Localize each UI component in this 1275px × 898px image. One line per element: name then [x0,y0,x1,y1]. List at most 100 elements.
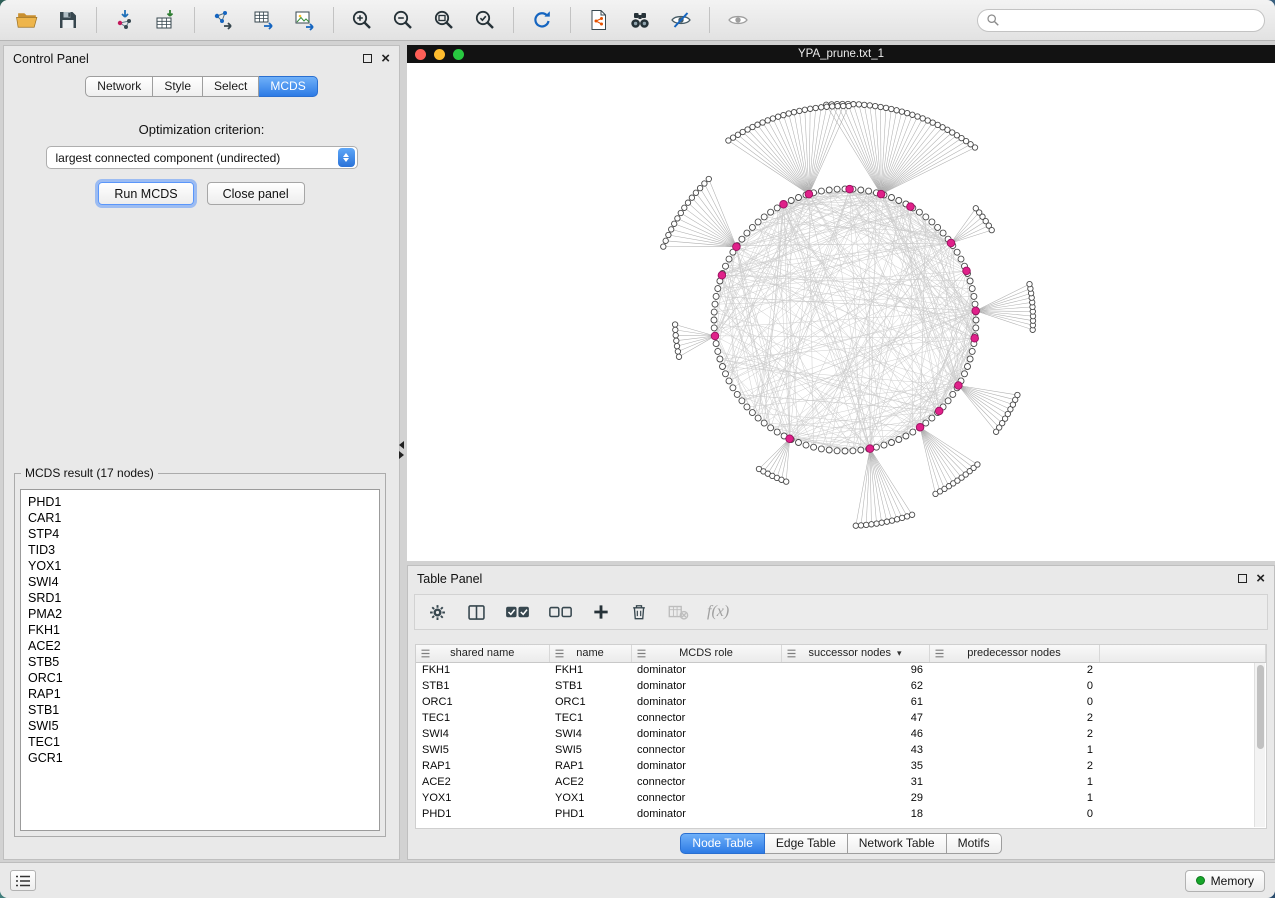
table-row[interactable]: YOX1YOX1connector291 [416,790,1266,806]
mcds-result-item[interactable]: CAR1 [23,510,377,526]
column-type-icon [555,649,564,661]
export-table-button[interactable] [247,4,281,36]
mcds-result-item[interactable]: SWI4 [23,574,377,590]
import-table-button[interactable] [149,4,183,36]
close-panel-button[interactable]: Close panel [207,182,305,205]
column-header-name[interactable]: name [549,645,631,662]
mcds-result-item[interactable]: STP4 [23,526,377,542]
mcds-result-item[interactable]: STB5 [23,654,377,670]
tab-node-table[interactable]: Node Table [680,833,765,854]
toolbar-separator [570,7,571,33]
save-disk-icon [56,8,80,32]
delete-row-button[interactable] [629,602,649,622]
tab-network[interactable]: Network [85,76,153,97]
scrollbar-thumb[interactable] [1257,665,1264,749]
mcds-result-item[interactable]: PMA2 [23,606,377,622]
preview-button[interactable] [721,4,755,36]
mcds-result-item[interactable]: SWI5 [23,718,377,734]
search-input[interactable] [1005,13,1256,27]
column-header-successor-nodes[interactable]: successor nodes▾ [781,645,929,662]
memory-button[interactable]: Memory [1185,870,1265,892]
add-row-button[interactable] [591,602,611,622]
open-session-button[interactable] [10,4,44,36]
deselect-all-rows-button[interactable] [548,603,573,622]
toggle-graphics-details-button[interactable] [664,4,698,36]
mcds-result-list[interactable]: PHD1CAR1STP4TID3YOX1SWI4SRD1PMA2FKH1ACE2… [20,489,380,831]
close-panel-icon[interactable]: × [1256,573,1265,585]
table-row[interactable]: RAP1RAP1dominator352 [416,758,1266,774]
table-row[interactable]: PHD1PHD1dominator180 [416,806,1266,822]
save-session-button[interactable] [51,4,85,36]
export-network-button[interactable] [206,4,240,36]
table-panel-header: Table Panel × [408,566,1274,591]
network-title: YPA_prune.txt_1 [407,48,1275,60]
close-panel-icon[interactable]: × [381,53,390,65]
zoom-out-icon [391,8,415,32]
control-panel: Control Panel × NetworkStyleSelectMCDS O… [3,45,400,860]
mcds-result-item[interactable]: TID3 [23,542,377,558]
mcds-result-title: MCDS result (17 nodes) [21,466,158,480]
toolbar-separator [709,7,710,33]
mcds-result-item[interactable]: RAP1 [23,686,377,702]
plus-icon [591,602,611,622]
binoculars-icon [628,8,652,32]
search-network-button[interactable] [623,4,657,36]
table-row[interactable]: SWI5SWI5connector431 [416,742,1266,758]
export-image-button[interactable] [288,4,322,36]
column-header-predecessor-nodes[interactable]: predecessor nodes [929,645,1099,662]
mcds-result-item[interactable]: ORC1 [23,670,377,686]
table-row[interactable]: STB1STB1dominator620 [416,678,1266,694]
task-history-button[interactable] [10,870,36,891]
table-toolbar: f(x) [414,594,1268,630]
share-document-button[interactable] [582,4,616,36]
zoom-fit-button[interactable] [427,4,461,36]
column-header-mcds-role[interactable]: MCDS role [631,645,781,662]
table-row[interactable]: SWI4SWI4dominator462 [416,726,1266,742]
float-panel-icon[interactable] [1238,574,1247,583]
network-canvas[interactable] [407,63,1275,561]
zoom-selected-button[interactable] [468,4,502,36]
zoom-selected-icon [473,8,497,32]
network-search-box[interactable] [977,9,1265,32]
tab-motifs[interactable]: Motifs [947,833,1002,854]
mcds-result-item[interactable]: ACE2 [23,638,377,654]
mcds-result-item[interactable]: FKH1 [23,622,377,638]
import-network-icon [113,8,137,32]
right-area: YPA_prune.txt_1 Table Panel × [407,41,1275,862]
optimization-criterion-label: Optimization criterion: [4,122,399,137]
mcds-result-item[interactable]: SRD1 [23,590,377,606]
table-row[interactable]: ORC1ORC1dominator610 [416,694,1266,710]
criterion-dropdown[interactable]: largest connected component (undirected) [46,146,358,169]
table-settings-button[interactable] [427,602,448,623]
refresh-view-button[interactable] [525,4,559,36]
table-scrollbar[interactable] [1254,663,1265,827]
mcds-result-item[interactable]: GCR1 [23,750,377,766]
run-mcds-button[interactable]: Run MCDS [98,182,193,205]
import-network-button[interactable] [108,4,142,36]
tab-style[interactable]: Style [153,76,203,97]
mcds-result-item[interactable]: YOX1 [23,558,377,574]
export-image-icon [293,8,317,32]
table-row[interactable]: FKH1FKH1dominator962 [416,662,1266,678]
zoom-out-button[interactable] [386,4,420,36]
mcds-result-item[interactable]: TEC1 [23,734,377,750]
mcds-result-item[interactable]: STB1 [23,702,377,718]
select-all-rows-button[interactable] [505,603,530,622]
network-graph[interactable] [407,63,1275,561]
trash-icon [629,602,649,622]
tab-edge-table[interactable]: Edge Table [765,833,848,854]
zoom-in-button[interactable] [345,4,379,36]
tab-select[interactable]: Select [203,76,259,97]
tab-network-table[interactable]: Network Table [848,833,947,854]
show-columns-button[interactable] [466,602,487,623]
mcds-result-item[interactable]: PHD1 [23,494,377,510]
toolbar-separator [513,7,514,33]
list-icon [15,874,31,888]
table-row[interactable]: TEC1TEC1connector472 [416,710,1266,726]
table-row[interactable]: ACE2ACE2connector311 [416,774,1266,790]
tab-mcds[interactable]: MCDS [259,76,317,97]
collapse-left-icon [399,441,404,449]
mcds-result-box: MCDS result (17 nodes) PHD1CAR1STP4TID3Y… [14,466,386,837]
column-header-shared-name[interactable]: shared name [416,645,549,662]
float-panel-icon[interactable] [363,54,372,63]
